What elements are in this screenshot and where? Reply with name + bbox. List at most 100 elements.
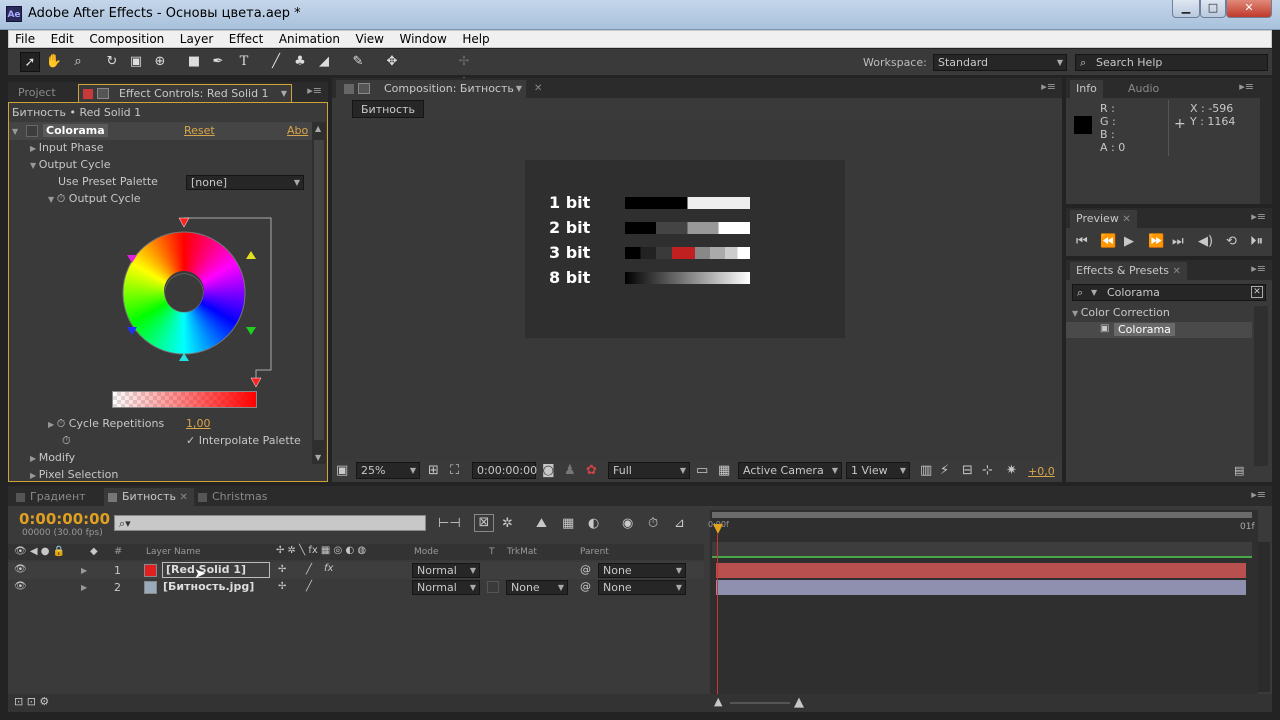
zoom-in-icon[interactable]: ▲	[794, 695, 804, 710]
ram-preview-icon[interactable]: ⏵⏸	[1250, 234, 1263, 249]
always-preview-icon[interactable]: ▣	[336, 463, 348, 478]
parent-dropdown-2[interactable]: None ▼	[598, 580, 686, 595]
panel-menu-icon[interactable]: ▸≡	[307, 85, 322, 96]
clone-stamp-tool-icon[interactable]: ♣	[290, 52, 310, 72]
cycle-repetitions-value[interactable]: 1,00	[186, 417, 211, 430]
draft-3d-icon[interactable]: ✲	[502, 516, 513, 531]
work-area-bar[interactable]	[712, 512, 1252, 518]
time-navigator[interactable]	[712, 542, 1252, 558]
reset-link[interactable]: Reset	[184, 124, 215, 137]
menu-effect[interactable]: Effect	[223, 31, 270, 47]
exposure-value[interactable]: +0,0	[1028, 465, 1055, 478]
expand-triangle-icon[interactable]: ▶	[81, 583, 87, 592]
motion-blur-icon[interactable]: ◐	[588, 516, 599, 531]
menu-file[interactable]: File	[9, 31, 41, 47]
tab-effect-controls[interactable]: Effect Controls: Red Solid 1 ▼	[78, 84, 292, 102]
minimize-button[interactable]: ▁	[1172, 0, 1200, 18]
snapshot-icon[interactable]: ◙	[542, 463, 555, 478]
camera-tool-icon[interactable]: ▣	[126, 52, 146, 72]
timeline-timecode[interactable]: 0:00:00:00	[19, 510, 110, 528]
audio-icon[interactable]: ◀)	[1198, 234, 1213, 249]
effects-search-input[interactable]: ⌕ ▼ Colorama ✕	[1072, 284, 1266, 301]
tab-christmas[interactable]: Christmas	[194, 488, 273, 506]
maximize-button[interactable]: □	[1200, 0, 1226, 18]
panel-menu-icon[interactable]: ▸≡	[1239, 81, 1254, 92]
safe-margins-icon[interactable]: ⛶	[450, 463, 459, 478]
parent-dropdown-1[interactable]: None ▼	[598, 563, 686, 578]
menu-animation[interactable]: Animation	[273, 31, 346, 47]
next-frame-icon[interactable]: ⏩	[1148, 234, 1164, 249]
menu-edit[interactable]: Edit	[45, 31, 80, 47]
play-icon[interactable]: ▶	[1124, 234, 1134, 249]
comp-timecode[interactable]: 0:00:00:00	[472, 462, 537, 479]
tab-bitnost[interactable]: Битность ✕	[104, 488, 194, 506]
region-of-interest-icon[interactable]: ▭	[696, 463, 708, 478]
loop-icon[interactable]: ⟲	[1226, 234, 1237, 249]
yellow-marker-icon[interactable]	[246, 251, 256, 259]
tab-preview[interactable]: Preview ✕	[1070, 210, 1137, 228]
chevron-down-icon[interactable]: ▼	[281, 85, 287, 102]
pan-behind-tool-icon[interactable]: ⊕	[150, 52, 170, 72]
fx-toggle-checkbox[interactable]	[26, 125, 38, 137]
tab-audio[interactable]: Audio	[1122, 80, 1165, 98]
tab-effects-presets[interactable]: Effects & Presets ✕	[1070, 262, 1187, 280]
timeline-scrollbar[interactable]	[1258, 542, 1270, 692]
preserve-transparency-checkbox[interactable]	[487, 581, 499, 593]
panel-menu-icon[interactable]: ▸≡	[1041, 81, 1056, 92]
show-snapshot-icon[interactable]: ♟	[564, 463, 576, 478]
timeline-graph-area[interactable]	[710, 510, 1258, 700]
tab-gradient[interactable]: Градиент	[12, 488, 92, 506]
close-tab-icon[interactable]: ✕	[1173, 266, 1181, 277]
anchor-switch-icon[interactable]: ✢	[278, 581, 286, 592]
pickwhip-icon[interactable]: @	[580, 563, 591, 576]
expand-triangle-icon[interactable]: ▶	[81, 566, 87, 575]
exposure-reset-icon[interactable]: ✷	[1006, 463, 1017, 478]
camera-dropdown[interactable]: Active Camera ▼	[738, 462, 842, 479]
menu-window[interactable]: Window	[393, 31, 452, 47]
preset-palette-dropdown[interactable]: [none] ▼	[186, 175, 304, 190]
layer-bar-1[interactable]	[716, 563, 1246, 578]
playhead-line[interactable]	[717, 534, 718, 694]
previous-frame-icon[interactable]: ⏪	[1100, 234, 1116, 249]
comp-canvas[interactable]: 1 bit 2 bit 3 bit 8 bit	[525, 160, 845, 338]
cycle-repetitions-row[interactable]: ▶ ⏱ Cycle Repetitions	[48, 417, 164, 431]
views-dropdown[interactable]: 1 View ▼	[846, 462, 910, 479]
first-frame-icon[interactable]: ⏮	[1076, 234, 1088, 249]
menu-view[interactable]: View	[350, 31, 390, 47]
zoom-dropdown[interactable]: 25% ▼	[356, 462, 420, 479]
comp-mini-flowchart-icon[interactable]: ⊢⊣	[438, 516, 461, 531]
rectangle-tool-icon[interactable]: ■	[184, 52, 204, 72]
search-help-field[interactable]: ⌕ Search Help	[1075, 54, 1268, 71]
last-frame-icon[interactable]: ⏭	[1172, 234, 1184, 249]
panel-menu-icon[interactable]: ▸≡	[1251, 211, 1266, 222]
zoom-out-icon[interactable]: ▲	[714, 695, 722, 708]
resolution-dropdown[interactable]: Full ▼	[608, 462, 690, 479]
zoom-tool-icon[interactable]: ⌕	[68, 52, 88, 72]
effects-scrollbar[interactable]	[1254, 306, 1268, 466]
layer-name-2[interactable]: [Битность.jpg]	[163, 580, 254, 593]
tab-info[interactable]: Info	[1070, 80, 1103, 98]
stopwatch-icon[interactable]: ⏱	[57, 417, 69, 430]
scrollbar-thumb[interactable]	[314, 140, 324, 440]
menu-composition[interactable]: Composition	[83, 31, 170, 47]
frame-blending-icon[interactable]: ▦	[562, 516, 574, 531]
output-cycle-row[interactable]: ▼ Output Cycle	[30, 158, 110, 171]
fit-frame-icon[interactable]: ⊞	[428, 463, 439, 478]
output-cycle-sub-row[interactable]: ▼ ⏱ Output Cycle	[48, 192, 141, 206]
panel-menu-icon[interactable]: ▸≡	[1251, 489, 1266, 500]
comp-flowchart-button[interactable]: Битность	[352, 100, 424, 118]
chevron-down-icon[interactable]: ▼	[516, 80, 522, 97]
end-marker-icon[interactable]	[250, 377, 262, 388]
timeline-search-input[interactable]: ⌕▾	[114, 515, 426, 531]
colorama-effect-item[interactable]: Colorama	[1114, 323, 1175, 336]
magenta-marker-icon[interactable]	[127, 255, 137, 263]
timeline-icon[interactable]: ⊟	[962, 463, 973, 478]
pen-tool-icon[interactable]: ✒	[208, 52, 228, 72]
vertical-scrollbar[interactable]: ▲ ▼	[312, 122, 326, 464]
toggle-pixel-aspect-icon[interactable]: ▥	[920, 463, 932, 478]
color-correction-category[interactable]: ▼ Color Correction	[1072, 306, 1170, 319]
scroll-up-icon[interactable]: ▲	[315, 124, 321, 133]
close-tab-icon[interactable]: ✕	[528, 80, 548, 98]
pixel-selection-row[interactable]: ▶ Pixel Selection	[30, 468, 118, 481]
scroll-down-icon[interactable]: ▼	[315, 453, 321, 462]
